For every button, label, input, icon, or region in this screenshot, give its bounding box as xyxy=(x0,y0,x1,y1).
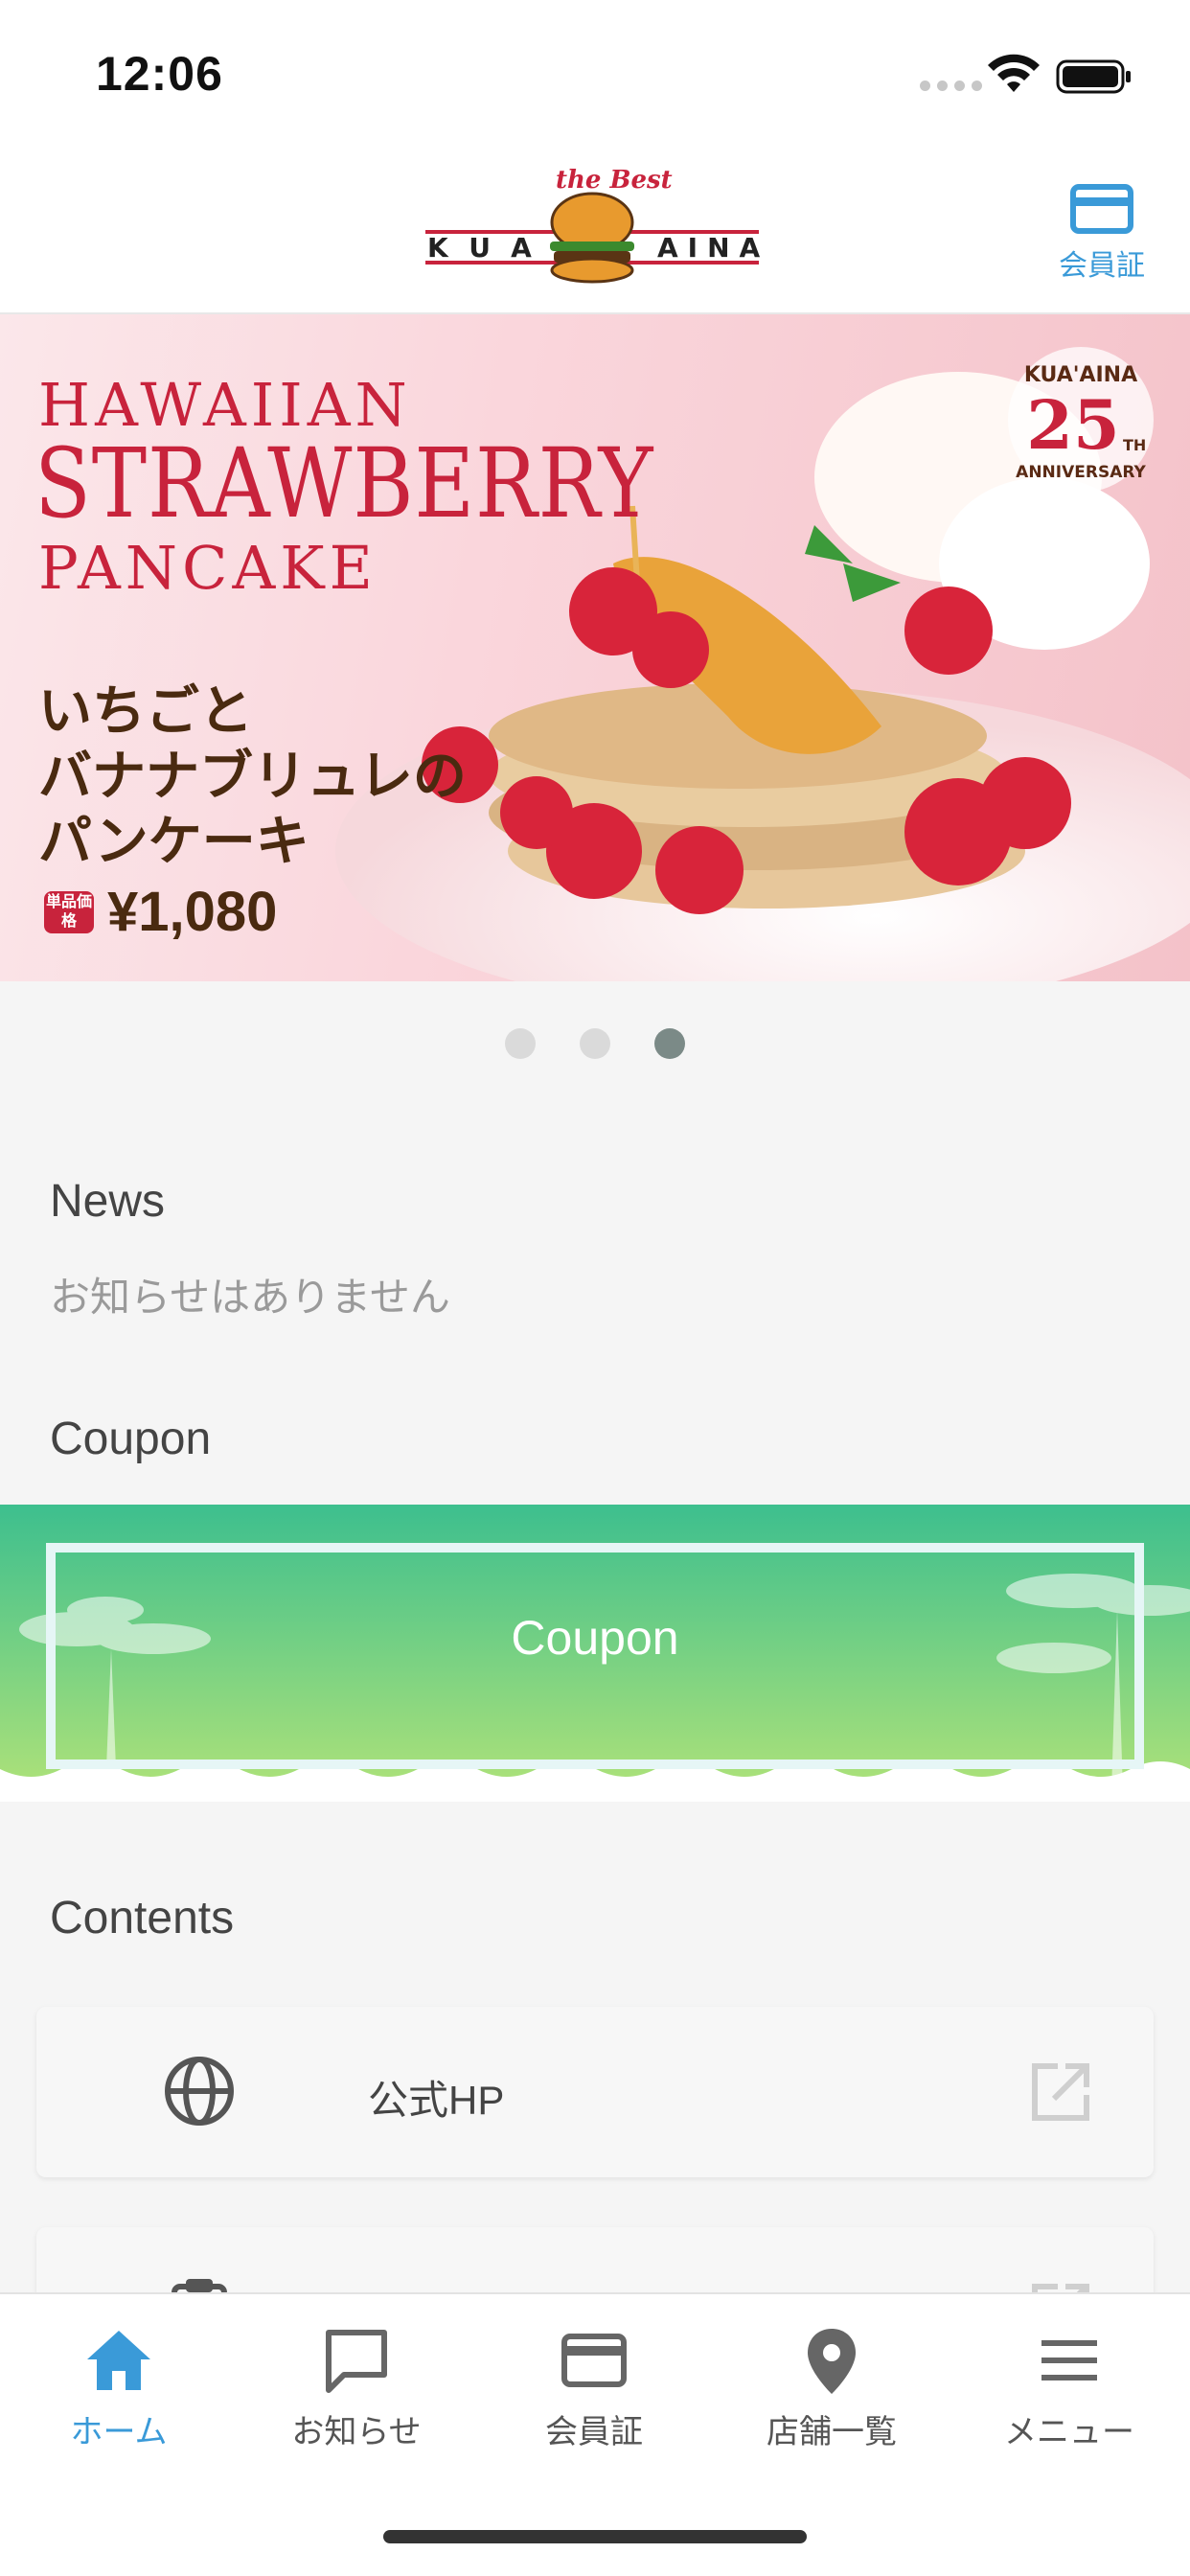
home-indicator[interactable] xyxy=(383,2530,807,2543)
svg-text:the Best: the Best xyxy=(556,166,673,195)
kuaaina-logo: KUA AINA the Best xyxy=(425,166,763,284)
tab-label: ホーム xyxy=(70,2414,168,2450)
status-time: 12:06 xyxy=(96,47,223,101)
svg-text:ANNIVERSARY: ANNIVERSARY xyxy=(1016,463,1146,482)
tab-label: 店舗一覧 xyxy=(767,2414,897,2450)
banner-title-line3: PANCAKE xyxy=(38,533,378,603)
app-header: KUA AINA the Best 会員証 xyxy=(0,144,1190,314)
news-section-title: News xyxy=(50,1176,166,1227)
external-link-icon xyxy=(1032,2063,1089,2121)
content-item-official-hp[interactable]: 公式HP xyxy=(36,2007,1154,2177)
svg-text:25: 25 xyxy=(1026,385,1119,465)
svg-text:KUA'AINA: KUA'AINA xyxy=(1024,363,1137,387)
cellular-signal-icon xyxy=(920,80,982,91)
pager-dot[interactable] xyxy=(505,1028,536,1059)
price-value: ¥1,080 xyxy=(107,881,278,943)
tab-label: 会員証 xyxy=(545,2414,643,2450)
location-pin-icon xyxy=(808,2329,856,2394)
coupon-button-label: Coupon xyxy=(511,1611,679,1665)
coupon-section-title: Coupon xyxy=(50,1414,212,1464)
banner-product-name: いちごと バナナブリュレの パンケーキ xyxy=(38,680,467,871)
svg-text:AINA: AINA xyxy=(657,232,763,264)
tab-menu[interactable]: メニュー xyxy=(950,2323,1188,2457)
status-bar: 12:06 xyxy=(0,0,1190,144)
pager-dot-active[interactable] xyxy=(654,1028,685,1059)
chat-icon xyxy=(326,2330,387,2393)
tab-store-list[interactable]: 店舗一覧 xyxy=(713,2323,950,2457)
banner-title-line2: STRAWBERRY xyxy=(34,427,654,540)
tab-home[interactable]: ホーム xyxy=(0,2323,238,2457)
tab-label: お知らせ xyxy=(291,2414,422,2450)
globe-icon xyxy=(165,2057,234,2126)
card-icon xyxy=(561,2334,627,2387)
tab-label: メニュー xyxy=(1004,2414,1134,2450)
content-item-label: 公式HP xyxy=(368,2078,505,2123)
carousel-pager xyxy=(0,1028,1190,1059)
card-icon xyxy=(1070,184,1133,234)
member-card-header-label: 会員証 xyxy=(1059,250,1145,282)
anniversary-emblem: KUA'AINA 25 TH ANNIVERSARY xyxy=(1008,347,1154,493)
hamburger-menu-icon xyxy=(1041,2340,1097,2380)
news-empty-message: お知らせはありません xyxy=(50,1275,450,1320)
home-icon xyxy=(87,2331,150,2390)
svg-text:KUA: KUA xyxy=(427,232,553,264)
wifi-icon xyxy=(988,54,1040,92)
price-badge: 単品価格 xyxy=(44,890,94,933)
tab-member-card[interactable]: 会員証 xyxy=(475,2323,713,2457)
svg-text:TH: TH xyxy=(1123,436,1146,454)
battery-icon xyxy=(1056,59,1131,94)
pager-dot[interactable] xyxy=(580,1028,610,1059)
banner-price: 単品価格 ¥1,080 xyxy=(44,880,277,944)
tab-news[interactable]: お知らせ xyxy=(238,2323,475,2457)
contents-section-title: Contents xyxy=(50,1893,235,1944)
promo-banner-carousel[interactable]: HAWAIIAN STRAWBERRY PANCAKE いちごと バナナブリュレ… xyxy=(0,314,1190,981)
member-card-header-button[interactable]: 会員証 xyxy=(1044,184,1159,289)
coupon-button[interactable]: Coupon xyxy=(0,1505,1190,1802)
